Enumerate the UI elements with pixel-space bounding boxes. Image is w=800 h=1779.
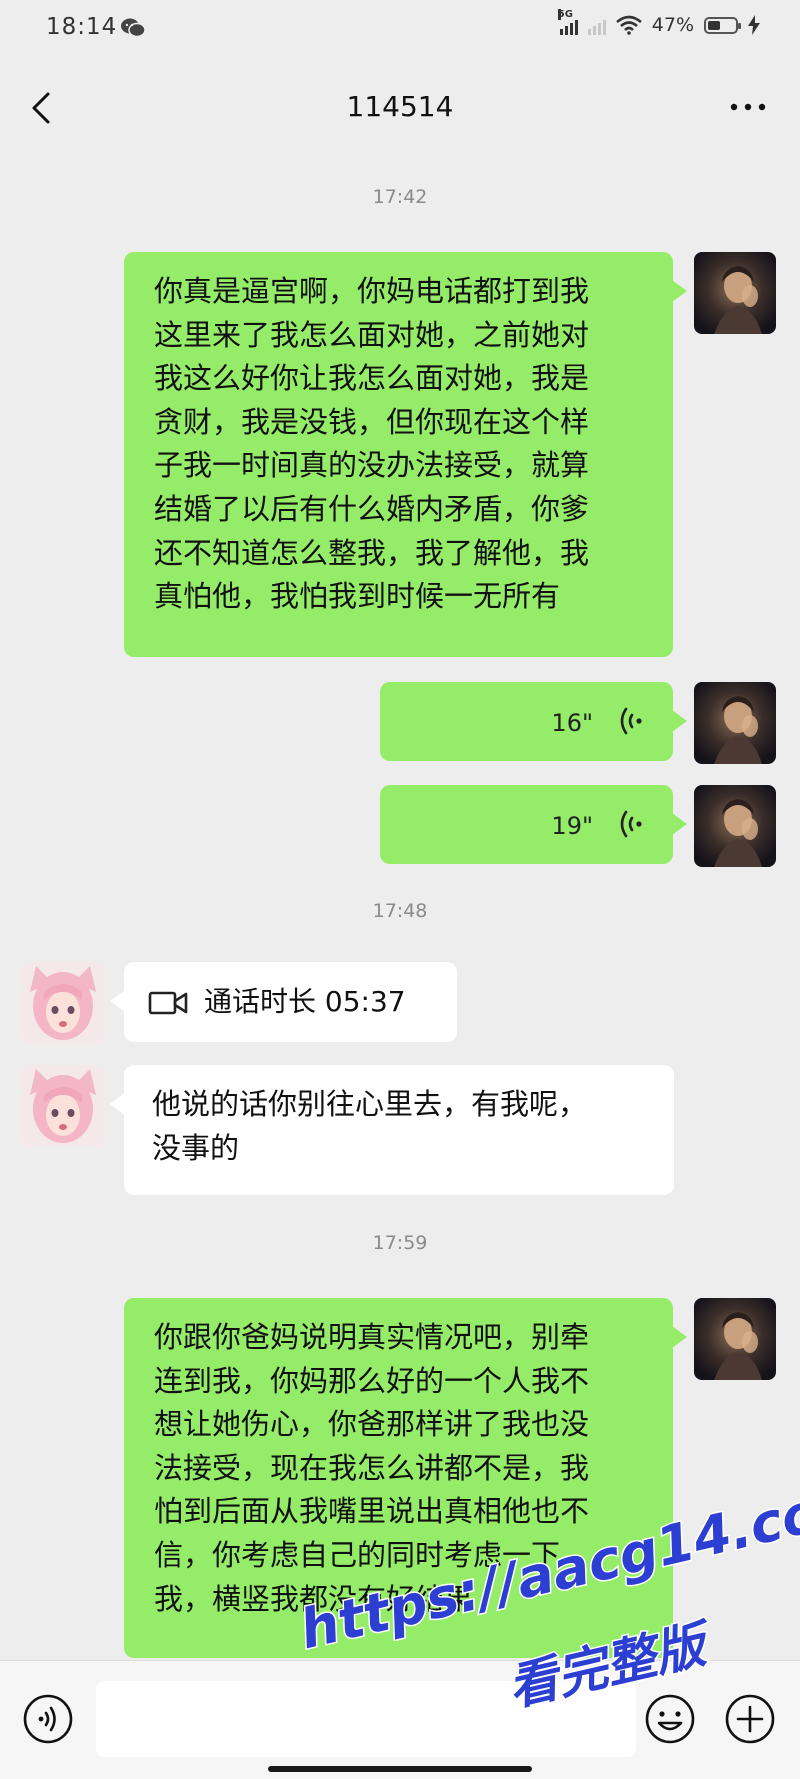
chat-title: 114514 (346, 90, 454, 123)
voice-input-toggle-icon[interactable] (22, 1693, 74, 1745)
user-avatar[interactable] (694, 785, 776, 867)
more-dots-icon[interactable] (726, 96, 770, 118)
message-line: 你真是逼宫啊，你妈电话都打到我 (154, 274, 590, 308)
message-line: 子我一时间真的没办法接受，就算 (154, 448, 590, 483)
battery-percent: 47% (651, 14, 694, 36)
plus-circle-icon[interactable] (724, 1693, 776, 1745)
message-line: 这里来了我怎么面对她，之前她对 (154, 317, 590, 352)
wifi-icon (615, 15, 642, 35)
message-line: 我这么好你让我怎么面对她，我是 (154, 361, 590, 396)
message-line: 还不知道怎么整我，我了解他，我 (154, 535, 590, 570)
message-line: 你跟你爸妈说明真实情况吧，别牵 (154, 1320, 590, 1354)
status-indicators: 5G 47% (557, 9, 760, 36)
call-record-bubble[interactable]: 通话时长 05:37 (110, 962, 457, 1042)
message-line: 真怕他，我怕我到时候一无所有 (154, 579, 561, 614)
user-avatar[interactable] (694, 252, 776, 334)
battery-icon (704, 16, 741, 34)
call-duration-text: 通话时长 05:37 (204, 985, 406, 1018)
voice-duration: 19" (551, 812, 593, 840)
message-line: 怕到后面从我嘴里说出真相他也不 (154, 1494, 590, 1529)
message-line: 连到我，你妈那么好的一个人我不 (154, 1363, 590, 1398)
wechat-notification-icon (121, 18, 146, 38)
voice-wave-icon (620, 810, 642, 838)
emoji-icon[interactable] (644, 1693, 696, 1745)
voice-duration: 16" (551, 709, 593, 737)
signal-secondary-icon (587, 15, 606, 35)
video-call-icon (148, 991, 188, 1015)
charging-bolt-icon (748, 15, 760, 35)
status-time: 18:14 (46, 14, 118, 40)
home-indicator (268, 1766, 532, 1772)
chat-timestamp: 17:48 (372, 900, 428, 922)
chat-header: 114514 (0, 62, 800, 158)
message-line: 贪财，我是没钱，但你现在这个样 (154, 404, 590, 439)
chat-timestamp: 17:59 (372, 1232, 428, 1254)
message-line: 结婚了以后有什么婚内矛盾，你爹 (154, 491, 590, 526)
received-message-bubble[interactable]: 他说的话你别往心里去，有我呢， 没事的 (110, 1065, 674, 1195)
user-avatar[interactable] (694, 1298, 776, 1380)
sent-message-bubble[interactable]: 你真是逼宫啊，你妈电话都打到我 这里来了我怎么面对她，之前她对 我这么好你让我怎… (124, 252, 687, 657)
message-line: 没事的 (152, 1130, 240, 1165)
voice-wave-icon (620, 707, 642, 735)
message-line: 他说的话你别往心里去，有我呢， (152, 1087, 588, 1121)
message-line: 法接受，现在我怎么讲都不是，我 (154, 1450, 590, 1485)
status-bar: 18:14 5G 47% (0, 0, 800, 60)
voice-message-bubble[interactable]: 19" (380, 785, 687, 864)
contact-avatar[interactable] (22, 1065, 104, 1147)
user-avatar[interactable] (694, 682, 776, 764)
voice-message-bubble[interactable]: 16" (380, 682, 687, 761)
signal-5g-icon: 5G (557, 9, 578, 35)
chat-timestamp: 17:42 (372, 186, 428, 208)
contact-avatar[interactable] (22, 962, 104, 1044)
message-line: 想让她伤心，你爸那样讲了我也没 (154, 1407, 590, 1442)
